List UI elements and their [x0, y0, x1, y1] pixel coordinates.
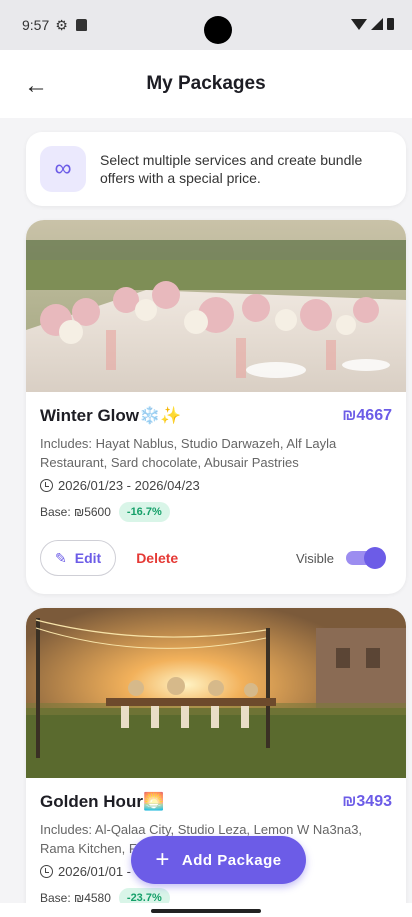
- info-text: Select multiple services and create bund…: [100, 152, 363, 186]
- visible-toggle[interactable]: [346, 547, 386, 569]
- gear-icon: ⚙: [55, 16, 68, 33]
- visible-label: Visible: [295, 550, 334, 566]
- add-package-label: Add Package: [181, 851, 282, 869]
- camera-cutout: [204, 16, 232, 44]
- signal-icon: [371, 18, 383, 30]
- wifi-icon: [351, 18, 367, 30]
- clock-icon: [40, 479, 53, 492]
- battery-icon: [387, 18, 394, 30]
- package-name: Golden Hour🌅: [40, 792, 165, 811]
- discount-badge: -16.7%: [118, 502, 170, 522]
- edit-label: Edit: [74, 550, 102, 566]
- app-bar: ← My Packages: [0, 50, 412, 118]
- clock-icon: [40, 865, 53, 878]
- status-bar: 9:57 ⚙: [0, 0, 412, 50]
- plus-icon: +: [155, 846, 170, 873]
- package-image: [26, 220, 406, 392]
- base-price: Base: ₪5600: [40, 505, 111, 519]
- add-package-button[interactable]: + Add Package: [131, 836, 306, 884]
- package-card[interactable]: Winter Glow❄️✨ ₪4667 Includes: Hayat Nab…: [26, 220, 406, 594]
- pencil-icon: ✎: [55, 549, 67, 566]
- back-arrow-icon[interactable]: ←: [24, 72, 48, 100]
- page-title: My Packages: [146, 73, 266, 94]
- package-image: [26, 608, 406, 778]
- package-dates: 2026/01/23 - 2026/04/23: [58, 478, 200, 493]
- home-indicator[interactable]: [151, 909, 261, 913]
- package-includes: Includes: Hayat Nablus, Studio Darwazeh,…: [40, 436, 337, 470]
- status-time: 9:57: [22, 17, 50, 33]
- package-dates: 2026/01/01 -: [58, 864, 132, 879]
- package-list: ∞ Select multiple services and create bu…: [0, 118, 412, 917]
- package-price: ₪3493: [342, 793, 392, 810]
- sd-card-icon: [75, 19, 87, 31]
- edit-button[interactable]: ✎ Edit: [40, 540, 117, 576]
- info-card: ∞ Select multiple services and create bu…: [26, 132, 406, 206]
- infinity-icon: ∞: [40, 146, 86, 192]
- toggle-knob: [364, 547, 386, 569]
- package-price: ₪4667: [342, 407, 392, 424]
- delete-button[interactable]: Delete: [136, 550, 178, 566]
- package-name: Winter Glow❄️✨: [40, 406, 182, 425]
